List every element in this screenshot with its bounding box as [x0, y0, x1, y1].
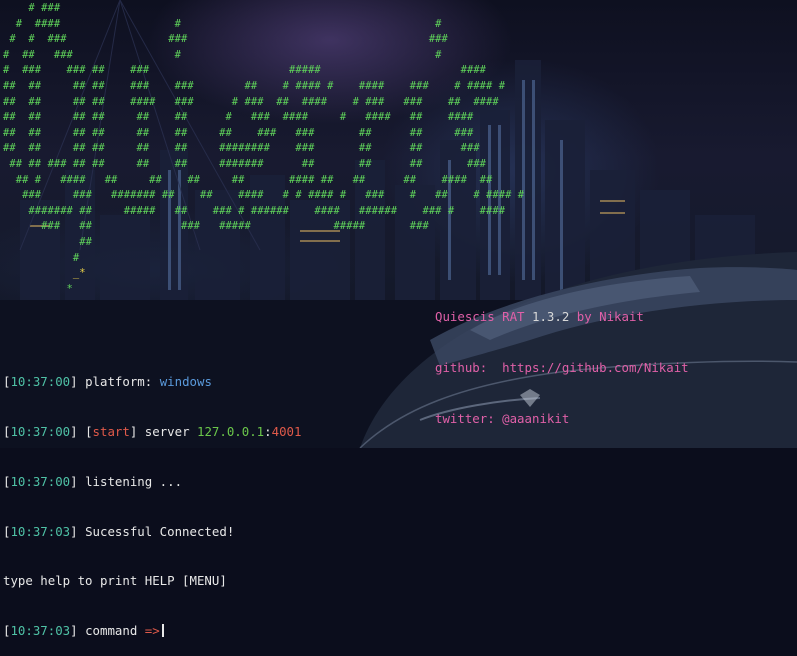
log-timestamp: 10:37:00	[10, 423, 71, 439]
ascii-line: _*	[3, 267, 86, 280]
command-prompt[interactable]: [10:37:03] command =>	[3, 623, 301, 640]
app-version: 1.3.2	[531, 309, 570, 324]
app-info-block: Quiescis RAT 1.3.2 by Nikait github: htt…	[435, 274, 689, 444]
log-line-server: [10:37:00] [start] server 127.0.0.1:4001	[3, 423, 302, 439]
ascii-line: # # ### ### ###	[3, 33, 448, 46]
prompt-label: command	[85, 623, 145, 639]
ascii-line: ##	[3, 235, 92, 248]
log-line-listening: [10:37:00] listening ...	[3, 473, 183, 489]
server-host: 127.0.0.1	[197, 423, 265, 439]
github-link[interactable]: https://github.com/Nikait	[502, 360, 689, 375]
server-port: 4001	[271, 423, 302, 439]
platform-value: windows	[159, 374, 212, 390]
prompt-arrow: =>	[144, 623, 160, 639]
github-line: github: https://github.com/Nikait	[435, 359, 689, 376]
ascii-line: # ## ### # #	[3, 48, 442, 61]
ascii-line: ## ## ### ## ## ## ## ####### ## ## ## #…	[3, 157, 487, 170]
ascii-line: # ### ### ## ### ##### ####	[3, 64, 487, 77]
twitter-handle[interactable]: @aaanikit	[502, 411, 569, 426]
log-text: listening ...	[85, 473, 183, 489]
text-cursor[interactable]	[161, 624, 164, 638]
log-timestamp: 10:37:00	[10, 473, 71, 489]
log-line-platform: [10:37:00] platform: windows	[3, 374, 212, 390]
log-timestamp: 10:37:03	[10, 523, 71, 539]
ascii-line: #	[3, 251, 80, 264]
log-line-connected: [10:37:03] Sucessful Connected!	[3, 523, 235, 539]
ascii-line: ## ## ## ## ### ### ## # #### # #### ###…	[3, 79, 506, 92]
log-text: Sucessful Connected!	[85, 523, 235, 539]
host-port-separator: :	[264, 423, 272, 439]
ascii-line: ## ## ## ## ## ## ######## ### ## ## ###	[3, 142, 480, 155]
ascii-line: # ###	[3, 2, 61, 14]
start-tag: start	[92, 423, 130, 439]
terminal-output[interactable]: [10:37:00] platform: windows [10:37:00] …	[3, 341, 301, 656]
app-author: by Nikait	[569, 309, 644, 324]
log-text: server	[144, 423, 197, 439]
github-label: github:	[435, 360, 503, 375]
log-text: platform:	[85, 374, 160, 390]
ascii-line: ## ## ## ## #### ### # ### ## #### # ###…	[3, 95, 499, 108]
ascii-line: ## ## ## ## ## ## # ### #### # #### ## #…	[3, 111, 474, 124]
ascii-art-banner: # ### # #### # # # # ### ### ### # ## ##…	[3, 1, 524, 297]
log-timestamp: 10:37:03	[10, 623, 71, 639]
ascii-line: # #### # #	[3, 17, 442, 30]
ascii-line: ####### ## ##### ## ### # ###### #### ##…	[3, 204, 506, 217]
log-timestamp: 10:37:00	[10, 374, 71, 390]
help-hint-line: type help to print HELP [MENU]	[3, 573, 227, 589]
ascii-line: ### ### ####### ## ## #### # # #### # ##…	[3, 189, 525, 202]
twitter-label: twitter:	[435, 411, 503, 426]
app-title-line: Quiescis RAT 1.3.2 by Nikait	[435, 308, 689, 325]
ascii-line: ## ## ## ## ## ## ## ### ### ## ## ###	[3, 126, 474, 139]
ascii-line: ## # #### ## ## ## ## #### ## ## ## ####…	[3, 173, 493, 186]
ascii-line: *	[3, 282, 73, 295]
twitter-line: twitter: @aaanikit	[435, 410, 689, 427]
app-name: Quiescis RAT	[435, 309, 532, 324]
ascii-line: ### ## ### ##### ##### ###	[3, 220, 429, 233]
